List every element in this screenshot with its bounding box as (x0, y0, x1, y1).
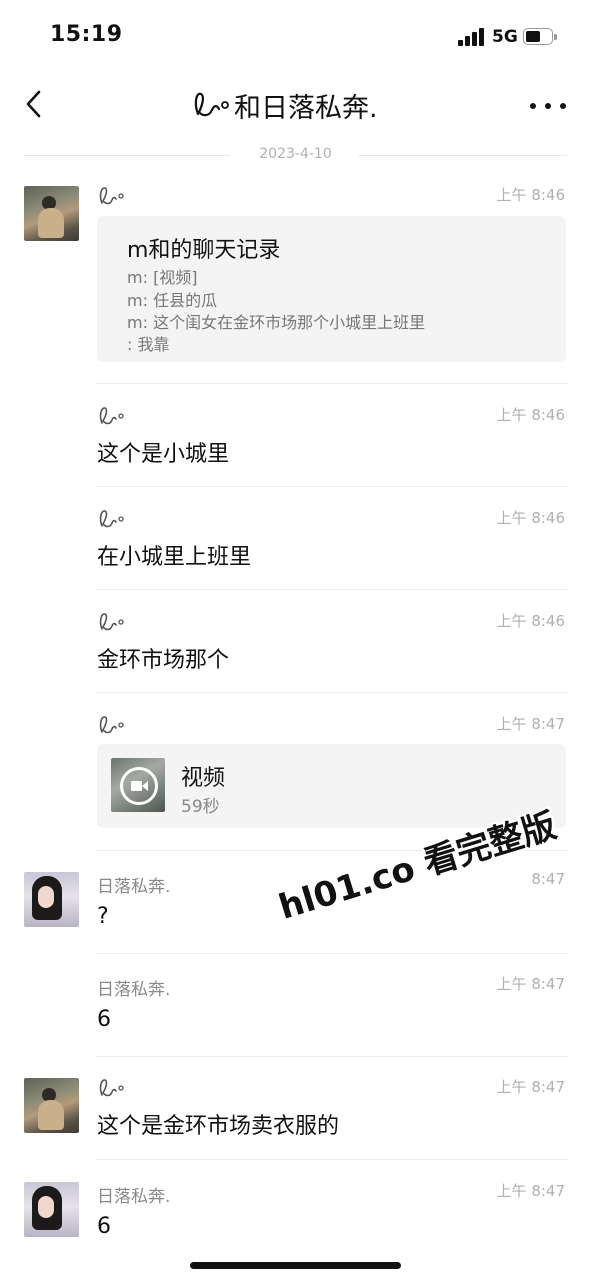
date-label: 2023-4-10 (259, 146, 332, 162)
message-time: 上午 8:47 (496, 975, 565, 993)
record-line: m: 任县的瓜 (127, 291, 218, 310)
home-indicator[interactable] (190, 1262, 401, 1269)
record-line: m: [视频] (127, 268, 198, 287)
video-duration: 59秒 (181, 797, 220, 817)
message-text[interactable]: 6 (97, 1214, 111, 1239)
more-dot-icon (560, 103, 566, 109)
divider (97, 1159, 567, 1160)
sender-name: 日落私奔. (97, 1187, 171, 1207)
message-time: 8:47 (531, 870, 565, 888)
message-time: 上午 8:47 (496, 715, 565, 733)
divider (358, 155, 567, 156)
network-label: 5G (492, 27, 518, 47)
handwritten-logo-icon (194, 92, 229, 117)
message-time: 上午 8:46 (496, 406, 565, 424)
chevron-left-icon (26, 90, 41, 118)
video-play-icon (120, 767, 158, 805)
record-title: m和的聊天记录 (127, 238, 281, 263)
message-time: 上午 8:47 (496, 1078, 565, 1096)
avatar[interactable] (24, 1078, 79, 1133)
message-text[interactable]: 在小城里上班里 (97, 539, 251, 571)
status-time: 15:19 (50, 22, 123, 47)
date-separator: 2023-4-10 (24, 146, 567, 166)
divider (97, 1056, 567, 1057)
avatar[interactable] (24, 186, 79, 241)
message-text[interactable]: 6 (97, 1007, 111, 1032)
avatar[interactable] (24, 872, 79, 927)
chat-title-text: 和日落私奔. (234, 92, 378, 124)
avatar[interactable] (24, 1182, 79, 1237)
message-time: 上午 8:46 (496, 186, 565, 204)
sender-logo-icon (99, 187, 124, 205)
sender-logo-icon (99, 716, 124, 734)
record-line: : 我靠 (127, 335, 170, 354)
more-dot-icon (545, 103, 551, 109)
more-button[interactable] (530, 92, 566, 120)
record-line: m: 这个闺女在金环市场那个小城里上班里 (127, 313, 426, 332)
sender-logo-icon (99, 1079, 124, 1097)
message-time: 上午 8:46 (496, 612, 565, 630)
battery-icon (523, 28, 557, 45)
video-title: 视频 (181, 766, 226, 791)
signal-icon (458, 28, 486, 46)
video-thumbnail (111, 758, 165, 812)
chat-record-card[interactable]: m和的聊天记录 m: [视频] m: 任县的瓜 m: 这个闺女在金环市场那个小城… (97, 216, 566, 362)
chat-title: 和日落私奔. (190, 88, 378, 124)
status-bar: 15:19 5G (0, 0, 591, 70)
sender-logo-icon (99, 407, 124, 425)
message-text[interactable]: 这个是小城里 (97, 436, 229, 468)
message-time: 上午 8:46 (496, 509, 565, 527)
message-text[interactable]: 这个是金环市场卖衣服的 (97, 1108, 339, 1140)
sender-name: 日落私奔. (97, 980, 171, 1000)
sender-logo-icon (99, 613, 124, 631)
chat-header: 和日落私奔. (0, 70, 591, 140)
divider (97, 383, 567, 384)
divider (97, 486, 567, 487)
message-time: 上午 8:47 (496, 1182, 565, 1200)
sender-logo-icon (99, 510, 124, 528)
more-dot-icon (530, 103, 536, 109)
divider (97, 953, 567, 954)
divider (97, 692, 567, 693)
sender-name: 日落私奔. (97, 877, 171, 897)
divider (97, 589, 567, 590)
message-text[interactable]: 金环市场那个 (97, 642, 229, 674)
back-button[interactable] (18, 84, 58, 124)
message-text[interactable]: ? (97, 904, 109, 929)
